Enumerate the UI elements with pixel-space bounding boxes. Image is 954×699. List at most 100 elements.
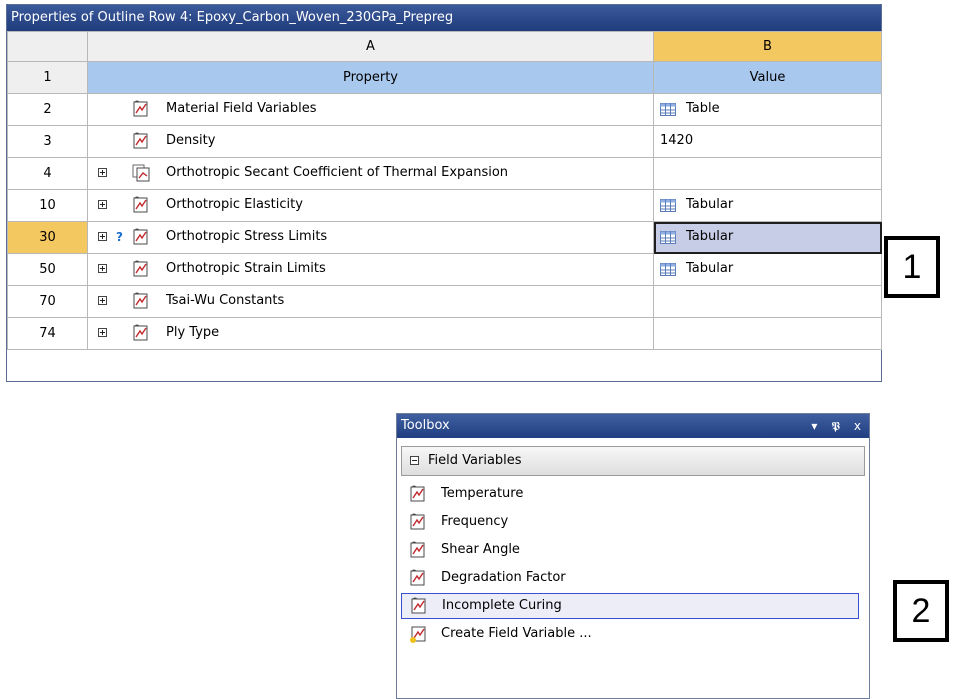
property-cell[interactable]: Ply Type bbox=[87, 317, 654, 350]
property-label: Ply Type bbox=[166, 325, 220, 340]
toolbox-item[interactable]: Incomplete Curing bbox=[401, 593, 859, 619]
toolbox-item[interactable]: Create Field Variable ... bbox=[401, 620, 859, 648]
toolbox-title: Toolbox bbox=[401, 418, 450, 433]
properties-title: Properties of Outline Row 4: Epoxy_Carbo… bbox=[7, 5, 881, 31]
toolbox-item[interactable]: Frequency bbox=[401, 508, 859, 536]
field-variable-icon bbox=[409, 485, 427, 503]
row-number[interactable]: 1 bbox=[7, 61, 88, 94]
dropdown-icon[interactable]: ▾ bbox=[811, 414, 817, 438]
expand-icon[interactable] bbox=[98, 328, 107, 337]
value-cell[interactable]: Tabular bbox=[653, 253, 882, 286]
expand-icon[interactable] bbox=[98, 168, 107, 177]
row-number[interactable]: 3 bbox=[7, 125, 88, 158]
toolbox-title-bar: Toolbox ▾ 𝕻 x bbox=[397, 414, 869, 438]
toolbox-controls: ▾ 𝕻 x bbox=[811, 414, 861, 438]
value-text: Tabular bbox=[686, 197, 734, 212]
column-header-row: A B bbox=[7, 31, 882, 62]
property-cell[interactable]: Tsai-Wu Constants bbox=[87, 285, 654, 318]
property-cell[interactable]: Orthotropic Strain Limits bbox=[87, 253, 654, 286]
row-number[interactable]: 10 bbox=[7, 189, 88, 222]
value-cell[interactable] bbox=[653, 157, 882, 190]
help-icon[interactable]: ? bbox=[116, 230, 123, 244]
close-icon[interactable]: x bbox=[854, 414, 861, 438]
row-number[interactable]: 2 bbox=[7, 93, 88, 126]
field-variable-icon bbox=[409, 541, 427, 559]
value-text: Tabular bbox=[686, 261, 734, 276]
field-variable-icon bbox=[409, 513, 427, 531]
properties-grid: A B 1 Property Value 2 Material Field Va… bbox=[7, 31, 882, 350]
property-icon bbox=[132, 100, 150, 118]
value-text: Table bbox=[686, 101, 720, 116]
toolbox-item[interactable]: Shear Angle bbox=[401, 536, 859, 564]
expand-icon[interactable] bbox=[98, 200, 107, 209]
collapse-icon[interactable] bbox=[410, 456, 419, 465]
property-icon bbox=[132, 132, 150, 150]
property-row[interactable]: 3 Density 1420 bbox=[7, 125, 882, 158]
property-icon bbox=[132, 260, 150, 278]
table-icon bbox=[660, 103, 676, 116]
callout-1-label: 1 bbox=[902, 248, 922, 286]
value-header: Value bbox=[653, 61, 882, 94]
property-row[interactable]: 4 Orthotropic Secant Coefficient of Ther… bbox=[7, 157, 882, 190]
row-number[interactable]: 30 bbox=[7, 221, 88, 254]
value-text: 1420 bbox=[660, 133, 694, 148]
property-row[interactable]: 74 Ply Type bbox=[7, 317, 882, 350]
callout-2-label: 2 bbox=[911, 592, 931, 630]
field-variables-group[interactable]: Field Variables bbox=[401, 446, 865, 476]
value-cell[interactable] bbox=[653, 317, 882, 350]
column-header-a[interactable]: A bbox=[87, 31, 654, 62]
toolbox-item[interactable]: Temperature bbox=[401, 480, 859, 508]
corner-cell[interactable] bbox=[7, 31, 88, 62]
table-icon bbox=[660, 263, 676, 276]
value-cell[interactable]: Tabular bbox=[653, 189, 882, 222]
expand-icon[interactable] bbox=[98, 264, 107, 273]
property-row[interactable]: 10 Orthotropic Elasticity Tabular bbox=[7, 189, 882, 222]
value-cell[interactable]: Table bbox=[653, 93, 882, 126]
property-row[interactable]: 2 Material Field Variables Table bbox=[7, 93, 882, 126]
property-cell[interactable]: Orthotropic Elasticity bbox=[87, 189, 654, 222]
group-label: Field Variables bbox=[428, 453, 522, 468]
property-row[interactable]: 30 ? Orthotropic Stress Limits Tabular bbox=[7, 221, 882, 254]
field-variable-icon bbox=[409, 569, 427, 587]
row-number[interactable]: 4 bbox=[7, 157, 88, 190]
row-number[interactable]: 70 bbox=[7, 285, 88, 318]
property-header: Property bbox=[87, 61, 654, 94]
properties-panel: Properties of Outline Row 4: Epoxy_Carbo… bbox=[6, 4, 882, 382]
property-label: Orthotropic Stress Limits bbox=[166, 229, 328, 244]
property-label: Orthotropic Strain Limits bbox=[166, 261, 326, 276]
value-cell[interactable]: 1420 bbox=[653, 125, 882, 158]
expand-icon[interactable] bbox=[98, 296, 107, 305]
toolbox-item-label: Frequency bbox=[441, 514, 509, 529]
header-row: 1 Property Value bbox=[7, 61, 882, 94]
property-cell[interactable]: Material Field Variables bbox=[87, 93, 654, 126]
create-field-variable-icon bbox=[409, 625, 427, 643]
property-label: Material Field Variables bbox=[166, 101, 317, 116]
table-icon bbox=[660, 231, 676, 244]
property-cell[interactable]: ? Orthotropic Stress Limits bbox=[87, 221, 654, 254]
property-label: Orthotropic Elasticity bbox=[166, 197, 303, 212]
row-number[interactable]: 50 bbox=[7, 253, 88, 286]
property-icon bbox=[132, 228, 150, 246]
property-row[interactable]: 70 Tsai-Wu Constants bbox=[7, 285, 882, 318]
toolbox-item[interactable]: Degradation Factor bbox=[401, 564, 859, 592]
row-number[interactable]: 74 bbox=[7, 317, 88, 350]
field-variable-icon bbox=[410, 597, 428, 615]
toolbox-item-label: Temperature bbox=[441, 486, 524, 501]
property-icon bbox=[132, 324, 150, 342]
toolbox-item-label: Create Field Variable ... bbox=[441, 626, 592, 641]
value-cell[interactable] bbox=[653, 285, 882, 318]
pin-icon[interactable]: 𝕻 bbox=[831, 414, 840, 438]
callout-2: 2 bbox=[893, 580, 949, 642]
property-cell[interactable]: Orthotropic Secant Coefficient of Therma… bbox=[87, 157, 654, 190]
callout-1: 1 bbox=[884, 236, 940, 298]
column-header-b[interactable]: B bbox=[653, 31, 882, 62]
expand-icon[interactable] bbox=[98, 232, 107, 241]
property-row[interactable]: 50 Orthotropic Strain Limits Tabular bbox=[7, 253, 882, 286]
property-cell[interactable]: Density bbox=[87, 125, 654, 158]
toolbox-panel: Toolbox ▾ 𝕻 x Field Variables Temperatur… bbox=[396, 413, 870, 699]
property-label: Density bbox=[166, 133, 216, 148]
toolbox-items: Temperature Frequency Shear Angle Degrad… bbox=[397, 480, 869, 648]
property-label: Orthotropic Secant Coefficient of Therma… bbox=[166, 165, 509, 180]
property-icon bbox=[132, 292, 150, 310]
value-cell[interactable]: Tabular bbox=[653, 221, 882, 254]
